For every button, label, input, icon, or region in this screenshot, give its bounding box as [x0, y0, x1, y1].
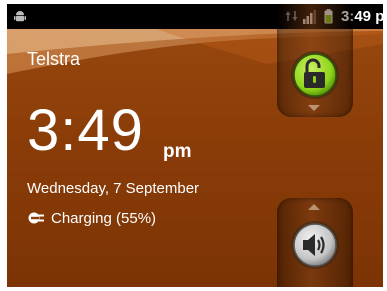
charging-status-text: Charging (55%): [51, 210, 157, 227]
lockscreen-date: Wednesday, 7 September: [27, 180, 200, 197]
charging-status: Charging (55%): [27, 210, 156, 227]
unlock-padlock-icon[interactable]: [290, 50, 340, 100]
carrier-label: Telstra: [27, 49, 81, 69]
charging-plug-icon: [28, 212, 44, 224]
lockscreen-clock: 3:49: [27, 98, 144, 163]
speaker-sound-icon[interactable]: [290, 220, 340, 270]
android-notification-icon: [14, 11, 26, 22]
lock-screen: 3:49 pm Telstra 3:49 pm Wednesday, 7 Sep…: [7, 4, 383, 287]
slide-up-arrow-icon: [308, 204, 320, 210]
slide-down-arrow-icon: [308, 105, 320, 111]
lockscreen-ampm: pm: [163, 141, 192, 162]
